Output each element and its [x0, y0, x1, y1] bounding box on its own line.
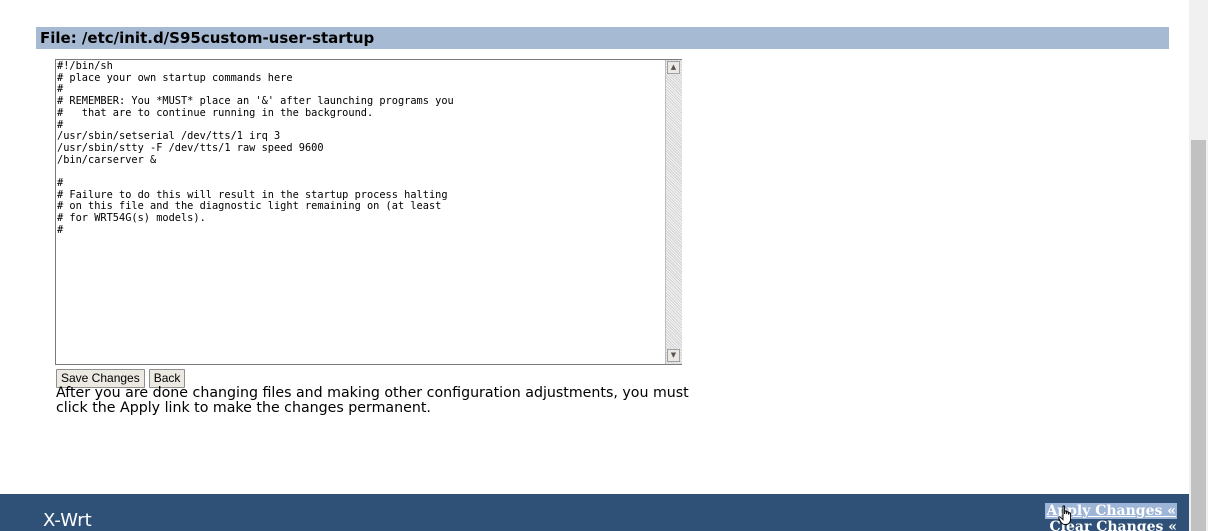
page-scrollbar[interactable]: [1189, 0, 1208, 531]
footer-bar: X-Wrt Apply Changes « Clear Changes «: [0, 494, 1189, 531]
file-path-header: File: /etc/init.d/S95custom-user-startup: [36, 27, 1169, 49]
editor-scrollbar[interactable]: ▲ ▼: [665, 60, 682, 364]
scroll-down-icon[interactable]: ▼: [667, 349, 680, 362]
scroll-up-icon[interactable]: ▲: [667, 61, 680, 74]
page: File: /etc/init.d/S95custom-user-startup…: [0, 0, 1208, 531]
file-editor: #!/bin/sh # place your own startup comma…: [55, 59, 682, 365]
hand-pointer-icon: [1058, 505, 1072, 525]
file-content-textarea[interactable]: #!/bin/sh # place your own startup comma…: [57, 61, 665, 363]
apply-instructions: After you are done changing files and ma…: [56, 385, 689, 416]
brand-name: X-Wrt: [43, 510, 92, 531]
page-scrollbar-thumb[interactable]: [1191, 140, 1206, 531]
